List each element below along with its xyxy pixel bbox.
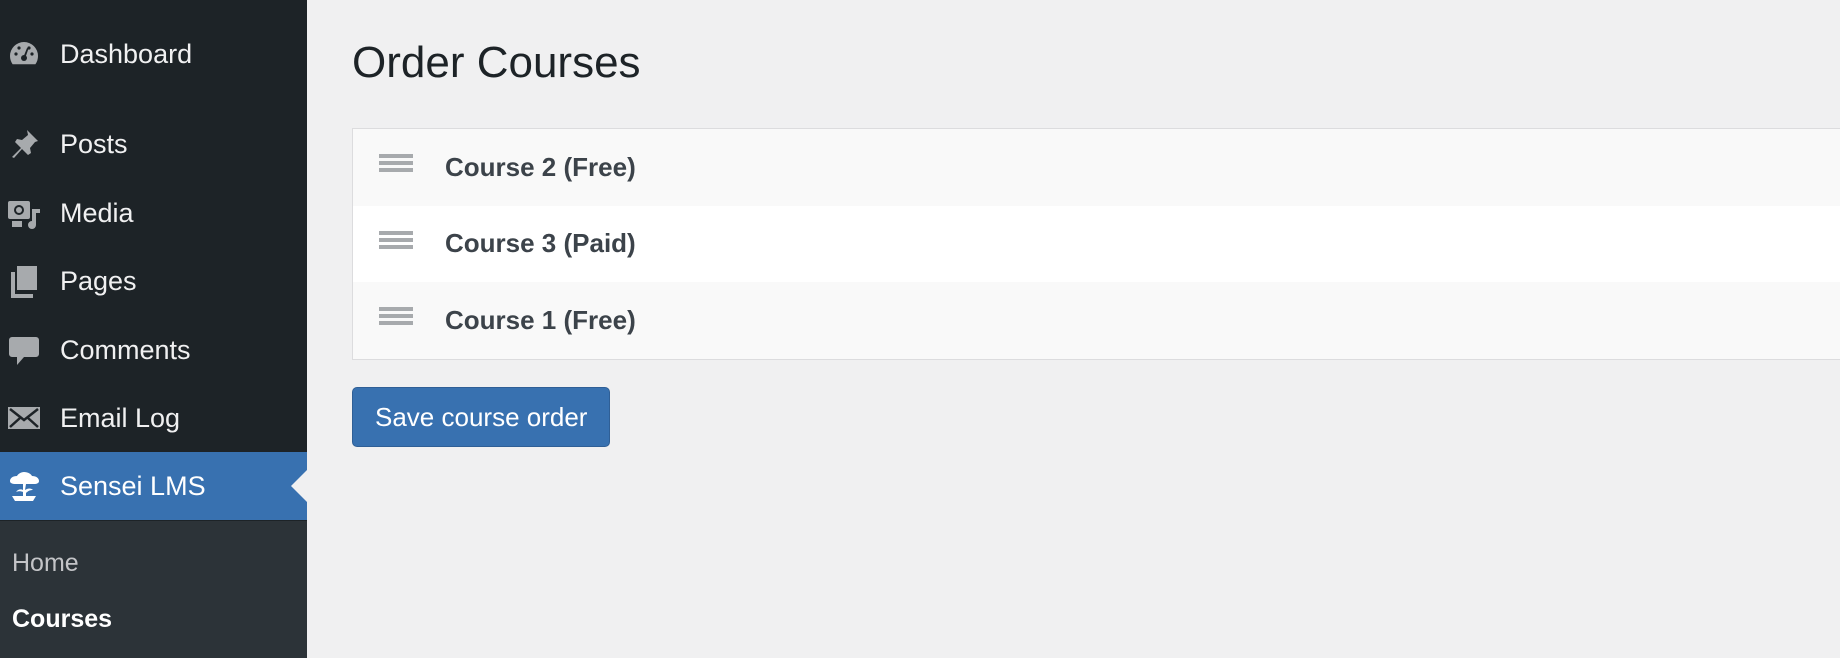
submenu-item-home[interactable]: Home — [12, 549, 79, 578]
sidebar-item-pages[interactable]: Pages — [0, 247, 307, 315]
sidebar-item-media[interactable]: Media — [0, 179, 307, 247]
pin-icon — [6, 126, 42, 162]
sidebar-item-label: Email Log — [60, 402, 181, 433]
sidebar-item-label: Media — [60, 197, 134, 228]
sidebar-item-label: Posts — [60, 128, 128, 159]
drag-handle-icon[interactable] — [379, 307, 413, 333]
sidebar-item-email-log[interactable]: Email Log — [0, 384, 307, 452]
course-name: Course 1 (Free) — [445, 304, 636, 335]
course-name: Course 2 (Free) — [445, 151, 636, 182]
sidebar-item-label: Comments — [60, 334, 191, 365]
media-icon — [6, 195, 42, 231]
list-item[interactable]: Course 2 (Free) — [353, 129, 1840, 206]
admin-sidebar: Dashboard Posts Media Pages Comments Ema… — [0, 0, 307, 658]
dashboard-icon — [6, 36, 42, 72]
sidebar-submenu: Home Courses — [0, 521, 307, 658]
course-name: Course 3 (Paid) — [445, 228, 636, 259]
main-content: Order Courses Course 2 (Free) Course 3 (… — [307, 0, 1840, 658]
submenu-item-courses[interactable]: Courses — [12, 605, 112, 634]
comment-icon — [6, 332, 42, 368]
list-item[interactable]: Course 3 (Paid) — [353, 206, 1840, 283]
bonsai-icon — [6, 468, 42, 504]
pages-icon — [6, 263, 42, 299]
sidebar-item-comments[interactable]: Comments — [0, 316, 307, 384]
sidebar-item-posts[interactable]: Posts — [0, 110, 307, 178]
envelope-icon — [6, 400, 42, 436]
drag-handle-icon[interactable] — [379, 154, 413, 180]
drag-handle-icon[interactable] — [379, 230, 413, 257]
page-title: Order Courses — [352, 38, 641, 87]
sidebar-item-sensei-lms[interactable]: Sensei LMS — [0, 452, 307, 520]
sidebar-item-label: Pages — [60, 265, 137, 296]
sidebar-item-label: Sensei LMS — [60, 470, 206, 501]
wp-admin-screen: Dashboard Posts Media Pages Comments Ema… — [0, 0, 1840, 658]
sidebar-item-dashboard[interactable]: Dashboard — [0, 20, 307, 88]
save-course-order-button[interactable]: Save course order — [352, 387, 611, 447]
sortable-course-list: Course 2 (Free) Course 3 (Paid) Course 1… — [352, 128, 1840, 360]
list-item[interactable]: Course 1 (Free) — [353, 282, 1840, 359]
sidebar-item-label: Dashboard — [60, 38, 193, 69]
